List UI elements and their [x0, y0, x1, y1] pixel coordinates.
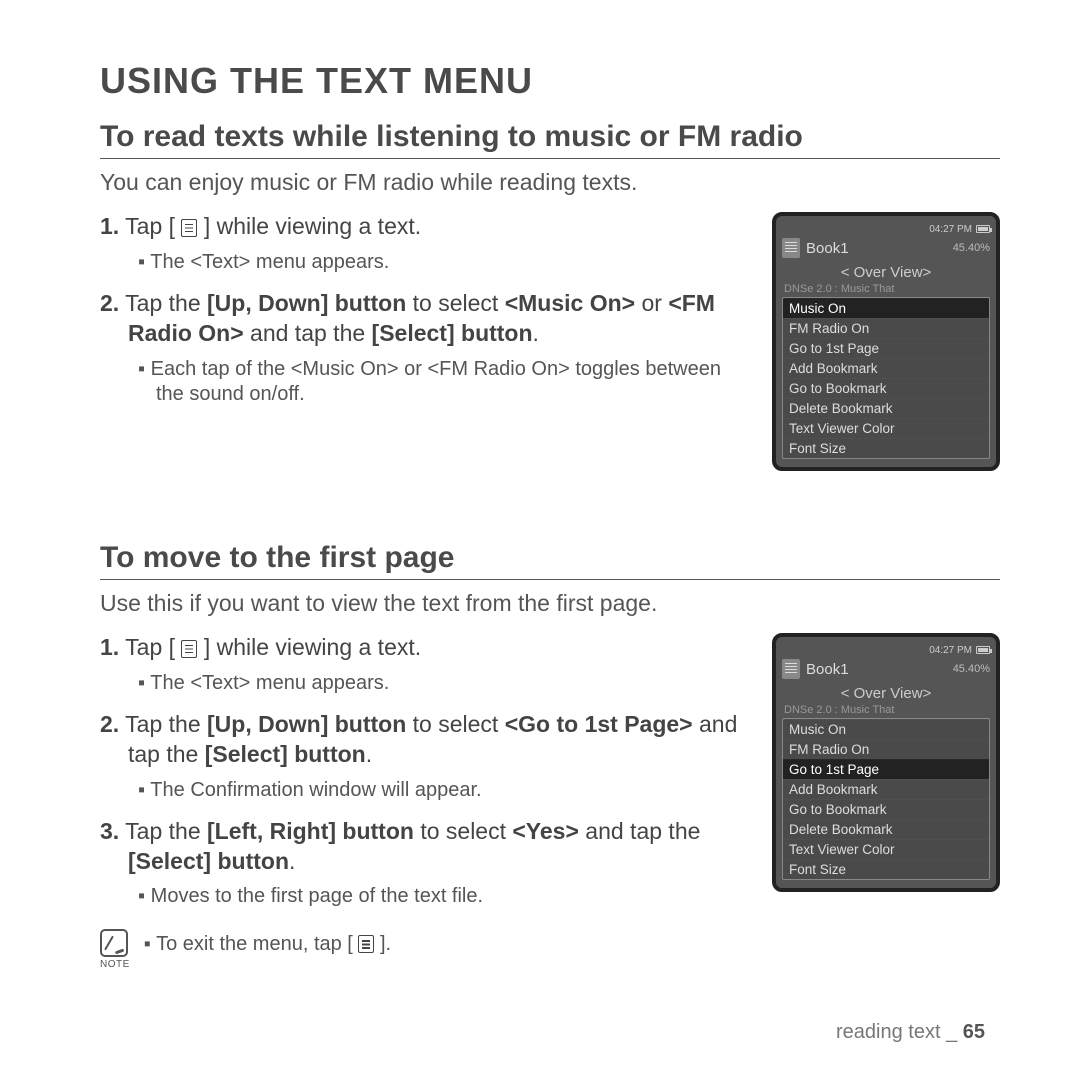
text: [Up, Down] button: [207, 711, 406, 737]
section2-step1: 1. Tap [ ] while viewing a text.: [100, 633, 748, 663]
section2-steps: 1. Tap [ ] while viewing a text. The <Te…: [100, 633, 748, 923]
text: [Left, Right] button: [207, 818, 414, 844]
section2-step3-bullet: Moves to the first page of the text file…: [100, 884, 748, 909]
note-icon: [100, 929, 128, 957]
device-menu-item: Go to 1st Page: [783, 338, 989, 358]
device-menu-item: Text Viewer Color: [783, 418, 989, 438]
text: to select: [414, 818, 512, 844]
note-row: NOTE To exit the menu, tap [ ].: [100, 929, 1000, 970]
text: Tap [: [125, 213, 175, 239]
text: or: [635, 290, 668, 316]
device-menu-item: Font Size: [783, 438, 989, 458]
device-screenshot-1: 04:27 PM Book1 45.40% < Over View> DNSe …: [772, 212, 1000, 471]
note-icon-wrap: NOTE: [100, 929, 130, 970]
text: ].: [380, 933, 391, 955]
text: [Up, Down] button: [207, 290, 406, 316]
page-title: USING THE TEXT MENU: [100, 60, 1000, 102]
device-menu-item: Add Bookmark: [783, 779, 989, 799]
device-statusbar: 04:27 PM: [782, 643, 990, 657]
text: .: [533, 320, 539, 346]
device-menu-item: FM Radio On: [783, 739, 989, 759]
page-footer: reading text _ 65: [836, 1021, 985, 1044]
text: Tap [: [125, 634, 175, 660]
battery-icon: [976, 646, 990, 654]
text: <Go to 1st Page>: [505, 711, 693, 737]
document-icon: [782, 659, 800, 679]
note-text: To exit the menu, tap [ ].: [144, 929, 391, 956]
section1-step1: 1. Tap [ ] while viewing a text.: [100, 212, 748, 242]
text: ] while viewing a text.: [204, 213, 421, 239]
note-label: NOTE: [100, 959, 130, 970]
device-menu-item: FM Radio On: [783, 318, 989, 338]
device-menu-item: Delete Bookmark: [783, 398, 989, 418]
device-menu: Music OnFM Radio OnGo to 1st PageAdd Boo…: [782, 718, 990, 880]
text: to select: [406, 290, 504, 316]
device-menu-item: Font Size: [783, 859, 989, 879]
device-faded-text: DNSe 2.0 : Music That: [782, 283, 990, 297]
section1-content: 1. Tap [ ] while viewing a text. The <Te…: [100, 212, 1000, 471]
page-number: 65: [963, 1021, 985, 1043]
device-screenshot-2: 04:27 PM Book1 45.40% < Over View> DNSe …: [772, 633, 1000, 892]
text: and tap the: [579, 818, 701, 844]
section1-intro: You can enjoy music or FM radio while re…: [100, 169, 1000, 196]
section1-step2: 2. Tap the [Up, Down] button to select <…: [100, 289, 748, 349]
section2-step1-bullet: The <Text> menu appears.: [100, 671, 748, 696]
device-menu-item: Music On: [783, 298, 989, 318]
device-menu-item: Add Bookmark: [783, 358, 989, 378]
text: to select: [406, 711, 504, 737]
device-percent: 45.40%: [953, 663, 990, 675]
section2-step2-bullet: The Confirmation window will appear.: [100, 778, 748, 803]
device-time: 04:27 PM: [929, 645, 972, 656]
device-overview: < Over View>: [782, 262, 990, 283]
text: .: [366, 741, 372, 767]
device-menu: Music OnFM Radio OnGo to 1st PageAdd Boo…: [782, 297, 990, 459]
device-titlebar: Book1 45.40%: [782, 236, 990, 262]
menu-icon: [181, 640, 197, 658]
text: [Select] button: [205, 741, 366, 767]
footer-label: reading text _: [836, 1021, 963, 1043]
device-menu-item: Text Viewer Color: [783, 839, 989, 859]
text: To exit the menu, tap [: [156, 933, 353, 955]
section2-intro: Use this if you want to view the text fr…: [100, 590, 1000, 617]
device-menu-item: Music On: [783, 719, 989, 739]
device-percent: 45.40%: [953, 242, 990, 254]
section1-step2-bullet: Each tap of the <Music On> or <FM Radio …: [100, 357, 748, 407]
device-menu-item: Go to Bookmark: [783, 378, 989, 398]
device-titlebar: Book1 45.40%: [782, 657, 990, 683]
menu-icon: [181, 219, 197, 237]
text: <Yes>: [512, 818, 579, 844]
section1-step1-bullet: The <Text> menu appears.: [100, 250, 748, 275]
text: Tap the: [125, 711, 207, 737]
device-faded-text: DNSe 2.0 : Music That: [782, 704, 990, 718]
text: Tap the: [125, 818, 207, 844]
document-icon: [782, 238, 800, 258]
battery-icon: [976, 225, 990, 233]
section2-step2: 2. Tap the [Up, Down] button to select <…: [100, 710, 748, 770]
section1-heading: To read texts while listening to music o…: [100, 120, 1000, 159]
device-statusbar: 04:27 PM: [782, 222, 990, 236]
section2-heading: To move to the first page: [100, 541, 1000, 580]
section2-content: 1. Tap [ ] while viewing a text. The <Te…: [100, 633, 1000, 923]
device-time: 04:27 PM: [929, 224, 972, 235]
text: [Select] button: [372, 320, 533, 346]
text: .: [289, 848, 295, 874]
text: Tap the: [125, 290, 207, 316]
menu-icon: [358, 935, 374, 953]
text: ] while viewing a text.: [204, 634, 421, 660]
device-overview: < Over View>: [782, 683, 990, 704]
device-menu-item: Delete Bookmark: [783, 819, 989, 839]
text: <Music On>: [505, 290, 635, 316]
section2-step3: 3. Tap the [Left, Right] button to selec…: [100, 817, 748, 877]
text: and tap the: [244, 320, 372, 346]
device-book-title: Book1: [806, 240, 947, 257]
device-menu-item: Go to 1st Page: [783, 759, 989, 779]
device-menu-item: Go to Bookmark: [783, 799, 989, 819]
device-book-title: Book1: [806, 661, 947, 678]
text: [Select] button: [128, 848, 289, 874]
section1-steps: 1. Tap [ ] while viewing a text. The <Te…: [100, 212, 748, 421]
